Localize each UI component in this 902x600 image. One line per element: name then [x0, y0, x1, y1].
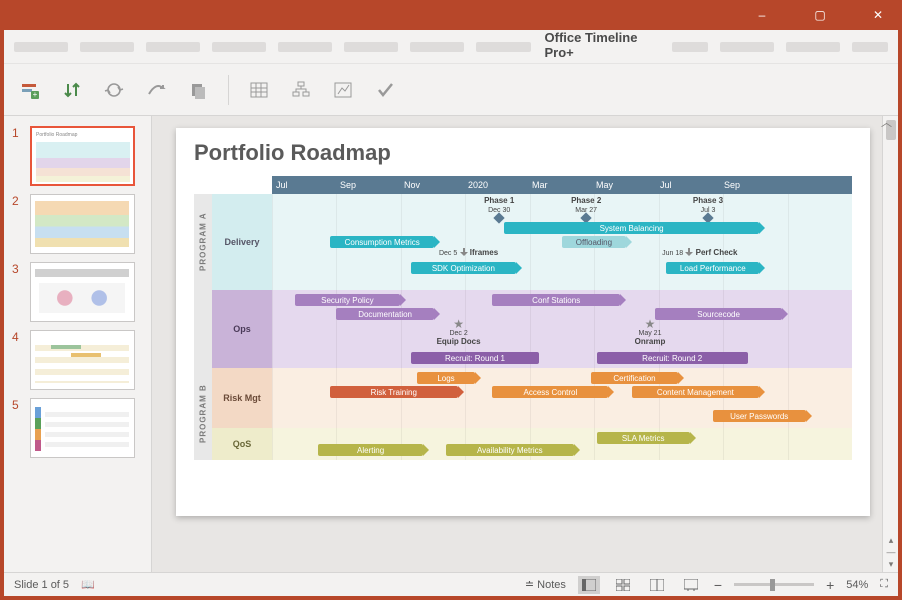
thumb-number: 4	[12, 330, 24, 344]
ribbon-tab-placeholder[interactable]	[14, 42, 68, 52]
ribbon-tabs: Office Timeline Pro+	[4, 30, 898, 64]
normal-view-icon[interactable]	[578, 576, 600, 594]
swimlane-label-delivery: Delivery	[212, 194, 272, 290]
notes-button[interactable]: ≐ Notes	[525, 578, 566, 591]
ribbon-divider	[228, 75, 229, 105]
task-bar[interactable]: Content Management	[632, 386, 760, 398]
window-close-button[interactable]: ✕	[858, 1, 898, 29]
thumb-number: 1	[12, 126, 24, 140]
ribbon-toolbar: +	[4, 64, 898, 116]
task-bar[interactable]: SDK Optimization	[411, 262, 515, 274]
task-bar[interactable]: Offloading	[562, 236, 626, 248]
ribbon-tab-office-timeline[interactable]: Office Timeline Pro+	[543, 24, 660, 69]
sort-icon[interactable]	[60, 78, 84, 102]
slide-thumbnail-5[interactable]	[30, 398, 135, 458]
fit-to-window-icon[interactable]: ⛶	[880, 578, 888, 591]
slide-thumbnail-3[interactable]	[30, 262, 135, 322]
task-bar[interactable]: Sourcecode	[655, 308, 783, 320]
swimlane-label-ops: Ops	[212, 290, 272, 368]
task-bar[interactable]: SLA Metrics	[597, 432, 690, 444]
task-bar[interactable]: Recruit: Round 2	[597, 352, 748, 364]
workspace: ︿ 1 Portfolio Roadmap 2 3 4	[4, 116, 898, 572]
sorter-view-icon[interactable]	[612, 576, 634, 594]
prev-slide-icon[interactable]: ▴	[889, 534, 894, 546]
task-bar[interactable]: Conf Stations	[492, 294, 620, 306]
style-icon[interactable]	[331, 78, 355, 102]
zoom-out-button[interactable]: −	[714, 577, 722, 593]
ribbon-tab-placeholder[interactable]	[720, 42, 774, 52]
slideshow-icon[interactable]	[680, 576, 702, 594]
window-minimize-button[interactable]: –	[742, 1, 782, 29]
ribbon-tab-placeholder[interactable]	[786, 42, 840, 52]
task-bar[interactable]: System Balancing	[504, 222, 759, 234]
next-slide-icon[interactable]: ▾	[889, 558, 894, 570]
slide-title: Portfolio Roadmap	[194, 140, 852, 166]
nav-divider-icon: —	[887, 546, 896, 558]
task-bar[interactable]: Consumption Metrics	[330, 236, 434, 248]
hierarchy-icon[interactable]	[289, 78, 313, 102]
app-inner: Office Timeline Pro+ + ︿ 1 Portfolio R	[4, 30, 898, 596]
group-label-program-a: PROGRAM A	[194, 194, 212, 290]
ribbon-tab-placeholder[interactable]	[146, 42, 200, 52]
ribbon-tab-placeholder[interactable]	[80, 42, 134, 52]
ribbon-tab-placeholder[interactable]	[476, 42, 530, 52]
ribbon-tab-placeholder[interactable]	[410, 42, 464, 52]
slide-canvas[interactable]: Portfolio Roadmap JulSepNov2020MarMayJul…	[176, 128, 870, 516]
thumb-number: 3	[12, 262, 24, 276]
copy-icon[interactable]	[186, 78, 210, 102]
group-label-program-b: PROGRAM B	[194, 368, 212, 460]
task-bar[interactable]: Alerting	[318, 444, 422, 456]
ribbon-tab-placeholder[interactable]	[278, 42, 332, 52]
table-icon[interactable]	[247, 78, 271, 102]
ribbon-tab-placeholder[interactable]	[212, 42, 266, 52]
slide-counter: Slide 1 of 5	[14, 579, 69, 591]
new-timeline-icon[interactable]: +	[18, 78, 42, 102]
spellcheck-icon[interactable]: 📖	[81, 578, 95, 591]
accept-icon[interactable]	[373, 78, 397, 102]
swimlane-label-qos: QoS	[212, 428, 272, 460]
app-window: – ▢ ✕ Office Timeline Pro+ +	[0, 0, 902, 600]
task-bar[interactable]: User Passwords	[713, 410, 806, 422]
slide-thumbnails-panel: 1 Portfolio Roadmap 2 3 4	[4, 116, 152, 572]
vertical-scrollbar[interactable]: ▴ — ▾	[882, 116, 898, 572]
share-icon[interactable]	[144, 78, 168, 102]
sync-icon[interactable]	[102, 78, 126, 102]
ribbon-tab-placeholder[interactable]	[852, 42, 888, 52]
task-bar[interactable]: Access Control	[492, 386, 608, 398]
svg-text:+: +	[33, 90, 38, 99]
slide-thumbnail-1[interactable]: Portfolio Roadmap	[30, 126, 135, 186]
titlebar: – ▢ ✕	[0, 0, 902, 30]
swimlane-label-risk: Risk Mgt	[212, 368, 272, 428]
window-maximize-button[interactable]: ▢	[800, 1, 840, 29]
slide-edit-area[interactable]: Portfolio Roadmap JulSepNov2020MarMayJul…	[152, 116, 898, 572]
task-bar[interactable]: Documentation	[336, 308, 435, 320]
thumb-number: 2	[12, 194, 24, 208]
task-bar[interactable]: Logs	[417, 372, 475, 384]
thumb-number: 5	[12, 398, 24, 412]
zoom-in-button[interactable]: +	[826, 577, 834, 593]
task-bar[interactable]: Security Policy	[295, 294, 399, 306]
collapse-ribbon-icon[interactable]: ︿	[881, 114, 892, 130]
task-bar[interactable]: Load Performance	[666, 262, 759, 274]
task-bar[interactable]: Availability Metrics	[446, 444, 574, 456]
ribbon-tab-placeholder[interactable]	[344, 42, 398, 52]
zoom-percent[interactable]: 54%	[846, 579, 868, 591]
task-bar[interactable]: Recruit: Round 1	[411, 352, 539, 364]
timeline-axis: JulSepNov2020MarMayJulSep	[272, 176, 852, 194]
zoom-slider[interactable]	[734, 583, 814, 586]
task-bar[interactable]: Risk Training	[330, 386, 458, 398]
slide-thumbnail-4[interactable]	[30, 330, 135, 390]
reading-view-icon[interactable]	[646, 576, 668, 594]
status-bar: Slide 1 of 5 📖 ≐ Notes − + 54% ⛶	[4, 572, 898, 596]
ribbon-tab-placeholder[interactable]	[672, 42, 708, 52]
task-bar[interactable]: Certification	[591, 372, 678, 384]
slide-thumbnail-2[interactable]	[30, 194, 135, 254]
